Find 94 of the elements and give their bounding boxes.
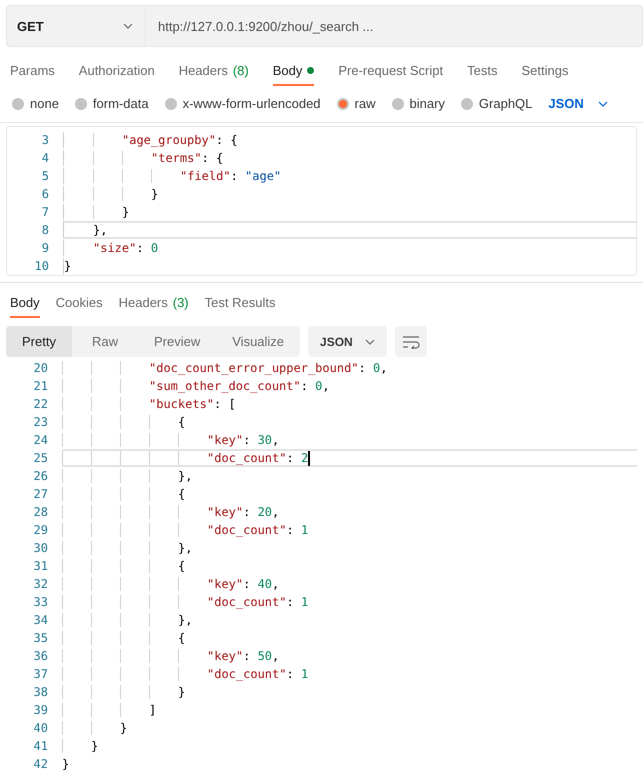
code-line: "sum_other_doc_count": 0, [62,377,637,395]
code-line: "doc_count": 1 [62,521,637,539]
code-line: ] [62,701,637,719]
line-number: 3 [40,133,50,147]
code-line: { [62,629,637,647]
line-number: 32 [32,577,49,591]
line-number: 7 [40,205,50,219]
code-line: "doc_count_error_upper_bound": 0, [62,359,637,377]
line-number: 37 [32,667,49,681]
code-line: }, [62,611,637,629]
request-tab[interactable]: Settings [521,63,568,86]
code-line: }, [63,221,636,239]
code-line: { [62,557,637,575]
body-type-radio[interactable]: binary [392,96,445,111]
code-line: "age_groupby": { [63,131,636,149]
code-line: { [62,485,637,503]
line-number: 22 [32,397,49,411]
chevron-down-icon [123,23,133,29]
code-line: "key": 30, [62,431,637,449]
wrap-lines-icon [402,334,420,348]
response-tab[interactable]: Body [10,295,40,318]
code-line: "doc_count": 1 [62,593,637,611]
code-line: }, [62,467,637,485]
method-dropdown[interactable]: GET [7,6,146,46]
body-type-radio[interactable]: x-www-form-urlencoded [164,96,321,111]
line-number: 30 [32,541,49,555]
line-number: 10 [34,259,50,273]
line-number: 29 [32,523,49,537]
line-number: 40 [32,721,49,735]
line-number: 33 [32,595,49,609]
format-dropdown[interactable]: JSON [308,326,387,357]
response-tab[interactable]: Cookies [56,295,103,318]
line-number: 41 [32,739,49,753]
body-type-radio[interactable]: form-data [74,96,149,111]
line-number: 9 [40,241,50,255]
code-line: "terms": { [63,149,636,167]
view-mode-tab[interactable]: Visualize [216,326,300,357]
request-tab[interactable]: Params [10,63,55,86]
line-number: 23 [32,415,49,429]
code-line: "buckets": [ [62,395,637,413]
code-line: "key": 40, [62,575,637,593]
chevron-down-icon [364,338,375,344]
code-line: "doc_count": 2 [62,449,637,467]
response-tab[interactable]: Headers (3) [118,295,189,318]
line-number: 4 [40,151,50,165]
line-number: 42 [32,757,49,771]
wrap-lines-button[interactable] [394,326,427,357]
body-type-radio[interactable]: GraphQL [460,96,532,111]
line-number: 27 [32,487,49,501]
code-line: }, [62,539,637,557]
code-line: } [63,185,636,203]
code-line: "doc_count": 1 [62,665,637,683]
line-number: 6 [40,187,50,201]
code-line: "size": 0 [63,239,636,257]
line-number: 39 [32,703,49,717]
body-type-radio[interactable]: raw [336,96,376,111]
line-number: 36 [32,649,49,663]
view-mode-tab[interactable]: Preview [138,326,216,357]
code-line: "key": 50, [62,647,637,665]
view-mode-tab[interactable]: Raw [72,326,138,357]
request-tab[interactable]: Body [272,63,314,86]
url-bar[interactable]: GET http://127.0.0.1:9200/zhou/_search ... [6,5,643,47]
line-number: 31 [32,559,49,573]
url-field[interactable]: http://127.0.0.1:9200/zhou/_search ... [146,6,374,46]
code-line: } [62,683,637,701]
line-number: 28 [32,505,49,519]
body-type-radio[interactable]: none [12,96,59,111]
code-line: { [62,413,637,431]
line-number: 26 [32,469,49,483]
code-line: } [62,737,637,755]
line-number: 20 [32,361,49,375]
line-number: 21 [32,379,49,393]
code-line: } [63,203,636,221]
response-tab[interactable]: Test Results [204,295,276,318]
line-number: 34 [32,613,49,627]
line-number: 35 [32,631,49,645]
request-tab[interactable]: Tests [467,63,498,86]
line-number: 25 [32,451,49,465]
line-number: 8 [40,223,50,237]
code-line: } [62,719,637,737]
chevron-down-icon [598,100,608,106]
request-tab[interactable]: Pre-request Script [338,63,444,86]
text-cursor [308,450,310,466]
code-line: } [62,756,70,773]
request-tab[interactable]: Authorization [78,63,155,86]
request-tab[interactable]: Headers (8) [178,63,249,86]
view-mode-tab[interactable]: Pretty [6,326,72,357]
line-number: 24 [32,433,49,447]
code-line: "key": 20, [62,503,637,521]
line-number: 5 [40,169,50,183]
code-line: } [63,257,636,275]
format-dropdown[interactable]: JSON [548,96,608,111]
line-number: 38 [32,685,49,699]
code-line: "field": "age" [63,167,636,185]
